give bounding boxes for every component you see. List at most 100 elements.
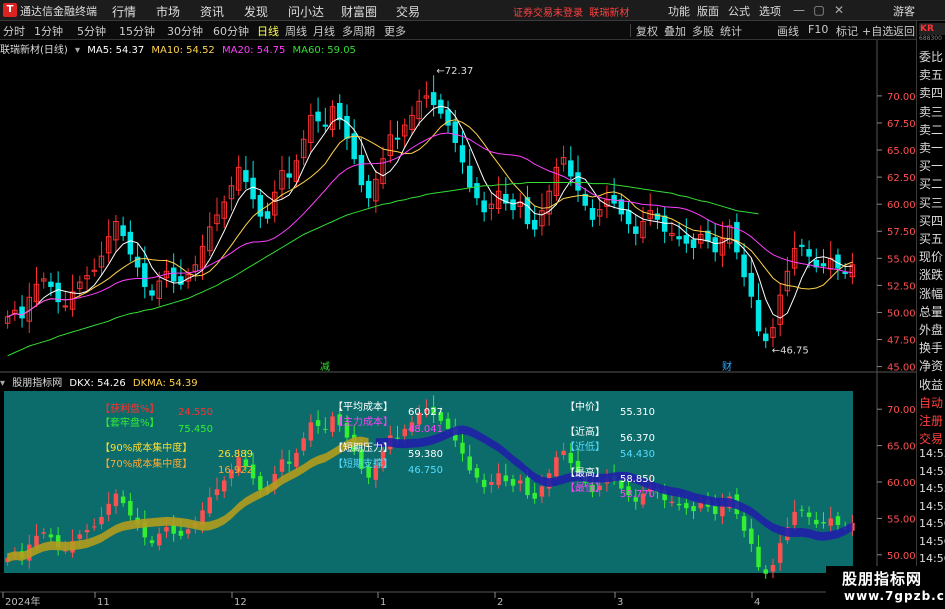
down-candle (344, 115, 350, 139)
menu-trade[interactable]: 交易 (396, 3, 420, 20)
sub-candle (294, 452, 299, 467)
date-label: 2024年 (5, 595, 40, 608)
avg-cost-value: 60.027 (408, 407, 443, 418)
tab-intraday[interactable]: 分时 (3, 23, 25, 39)
sub-candle (741, 516, 747, 531)
menu-wealth[interactable]: 财富圈 (341, 3, 377, 20)
watermark-url: www.7gpzb.com (844, 589, 945, 603)
sub-axis-label: 60.00 (887, 478, 916, 489)
tool-mark[interactable]: 标记 (836, 23, 858, 39)
watermark-title: 股朋指标网 (842, 570, 923, 588)
tab-30min[interactable]: 30分钟 (167, 23, 203, 39)
sub-candle (554, 457, 559, 477)
sub-candle (185, 529, 191, 534)
tab-weekly[interactable]: 周线 (285, 23, 307, 39)
stock-code: 688300 (919, 35, 942, 42)
menu-formula[interactable]: 公式 (728, 3, 750, 19)
down-candle (250, 177, 256, 200)
price-axis-label: 62.50 (887, 173, 916, 184)
quote-row-label: 自动 (919, 395, 944, 410)
tab-more[interactable]: 更多 (384, 23, 406, 39)
guest-user[interactable]: 游客 (893, 3, 915, 19)
sub-candle (48, 534, 54, 538)
sub-candle (835, 516, 841, 525)
down-candle (286, 173, 292, 178)
down-candle (618, 199, 625, 215)
stock-link[interactable]: 联瑞新材 (589, 8, 629, 19)
tool-back[interactable]: 返回 (893, 23, 915, 39)
minimize-button[interactable]: — (790, 2, 808, 18)
login-status-text[interactable]: 证券交易未登录 (513, 8, 583, 19)
kline-chart[interactable]: 70.00 67.50 65.00 62.50 60.00 57.50 55.00 52.50… (0, 40, 916, 609)
sub-candle (799, 509, 805, 511)
sub-candle (315, 420, 321, 426)
sub-candle (496, 473, 501, 485)
tool-adjust[interactable]: 复权 (636, 23, 658, 39)
profit-label: 【获利盘%】 (100, 402, 160, 415)
tab-60min[interactable]: 60分钟 (213, 23, 249, 39)
tool-multi-stock[interactable]: 多股 (692, 23, 714, 39)
collapse-icon[interactable]: ▾ (75, 45, 80, 56)
tool-draw[interactable]: 画线 (777, 23, 799, 39)
sub-candle (467, 456, 472, 471)
quote-row-label: 外盘 (919, 323, 944, 337)
down-candle (481, 200, 487, 213)
quote-row-label: 净资 (919, 359, 944, 374)
close-button[interactable]: ✕ (830, 2, 848, 18)
menu-discover[interactable]: 发现 (244, 3, 268, 20)
tool-f10[interactable]: F10 (808, 23, 828, 36)
tab-multi-period[interactable]: 多周期 (342, 23, 375, 39)
tab-daily[interactable]: 日线 (257, 23, 279, 39)
price-axis-label: 65.00 (887, 146, 916, 157)
quote-row-label: 买一 (919, 159, 944, 174)
sub-candle (676, 503, 682, 506)
sub-candle (41, 532, 46, 534)
menu-options[interactable]: 选项 (759, 3, 781, 19)
tool-add-watchlist[interactable]: +自选 (862, 23, 893, 39)
down-candle (734, 222, 740, 253)
main-cost-label: 【主力成本】 (333, 415, 393, 428)
tab-1min[interactable]: 1分钟 (34, 23, 63, 39)
quote-row-label: 卖三 (919, 104, 944, 119)
quote-row-label: 交易 (919, 432, 944, 447)
date-label: 4 (754, 597, 760, 608)
ma10-value: MA10: 54.52 (151, 45, 215, 56)
menu-layout[interactable]: 版面 (697, 3, 719, 19)
tab-15min[interactable]: 15分钟 (119, 23, 155, 39)
tool-overlay[interactable]: 叠加 (664, 23, 686, 39)
sub-candle (539, 486, 545, 497)
down-candle (452, 121, 459, 143)
trade-time: 14:55 (919, 447, 945, 460)
menu-function[interactable]: 功能 (668, 3, 690, 19)
sub-candle (720, 505, 725, 517)
sub-candle (814, 519, 819, 525)
sub-candle (214, 489, 220, 496)
quote-row-label: 卖二 (919, 122, 944, 137)
date-label: 12 (234, 597, 247, 608)
tab-5min[interactable]: 5分钟 (77, 23, 106, 39)
down-candle (611, 195, 617, 204)
highest-label: 【最高】 (565, 466, 605, 479)
sub-candle (460, 442, 465, 454)
login-status[interactable]: 证券交易未登录 联瑞新材 (513, 4, 629, 19)
down-candle (365, 180, 372, 199)
down-candle (48, 281, 54, 287)
menu-quotes[interactable]: 行情 (112, 3, 136, 20)
down-candle (149, 290, 155, 296)
collapse-icon[interactable]: ▾ (0, 378, 5, 389)
maximize-button[interactable]: ▢ (810, 2, 828, 18)
menu-news[interactable]: 资讯 (200, 3, 224, 20)
tab-monthly[interactable]: 月线 (313, 23, 335, 39)
menu-market[interactable]: 市场 (156, 3, 180, 20)
main-chart-legend: 联瑞新材(日线) ▾ MA5: 54.37 MA10: 54.52 MA20: … (0, 41, 360, 56)
menu-ask[interactable]: 问小达 (288, 3, 324, 20)
price-axis-label: 47.50 (887, 336, 916, 347)
quote-row-label: 买二 (919, 177, 944, 192)
conc70-value: 16.922 (218, 465, 253, 476)
tool-stats[interactable]: 统计 (720, 23, 742, 39)
down-candle (19, 306, 25, 319)
price-axis-label: 52.50 (887, 281, 916, 292)
sub-candle (402, 428, 407, 437)
down-candle (459, 145, 466, 163)
event-marker: 财 (722, 360, 732, 373)
